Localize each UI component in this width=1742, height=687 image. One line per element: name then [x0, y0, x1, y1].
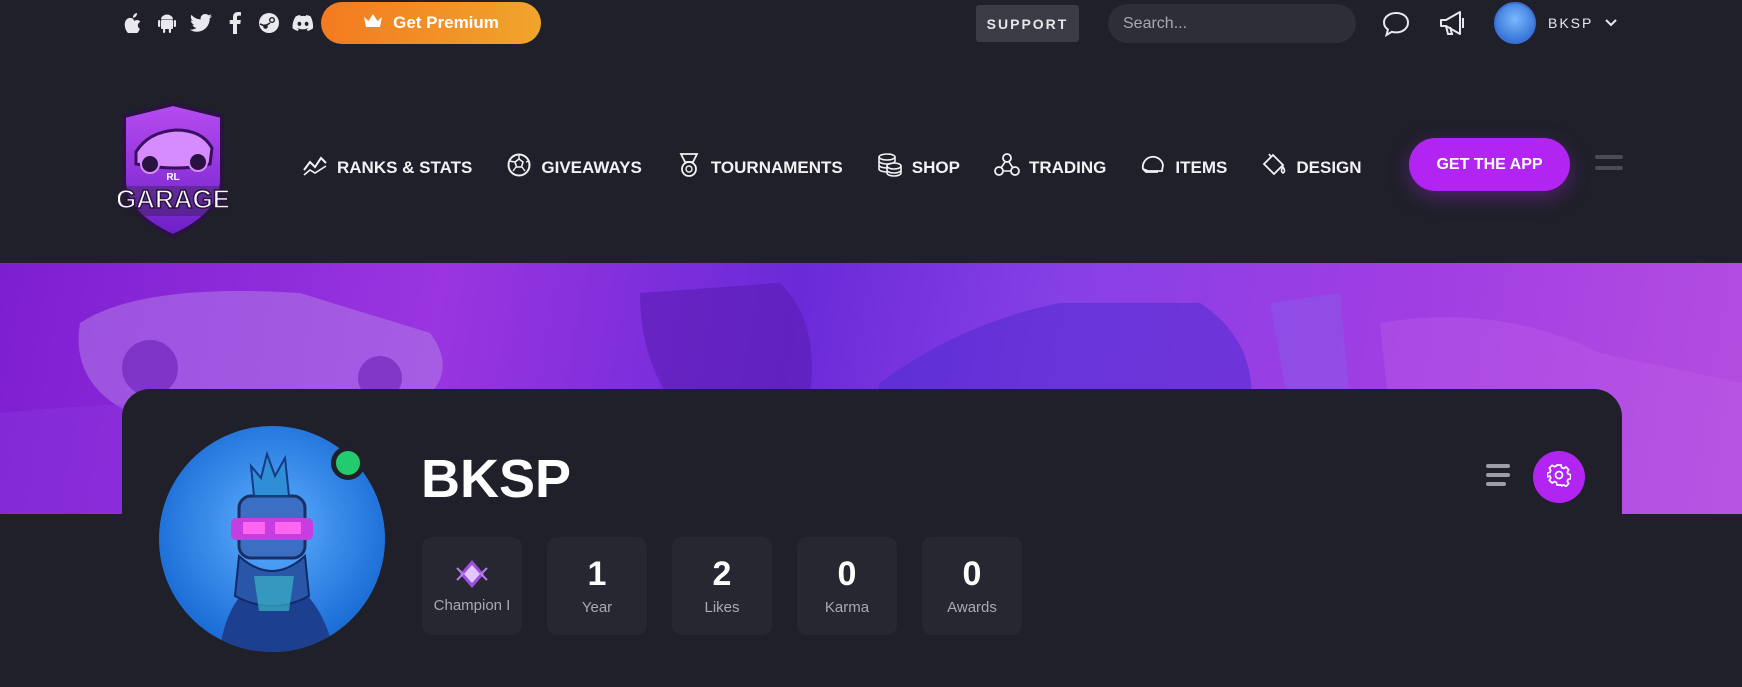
profile-menu-icon[interactable] [1486, 464, 1510, 491]
hamburger-menu-icon[interactable] [1595, 155, 1623, 177]
android-icon[interactable] [156, 12, 178, 34]
stat-rank-label: Champion I [433, 596, 511, 614]
nav-tournaments-label: TOURNAMENTS [710, 157, 843, 177]
logo-small-text: RL [166, 172, 179, 183]
search-input[interactable] [1108, 4, 1356, 43]
nav-tournaments[interactable]: TOURNAMENTS [676, 152, 843, 183]
stat-likes[interactable]: 2 Likes [672, 537, 772, 635]
stat-karma-label: Karma [824, 598, 870, 616]
stat-year-label: Year [581, 598, 613, 616]
chevron-down-icon [1605, 14, 1618, 32]
steam-icon[interactable] [258, 12, 280, 34]
stat-awards-label: Awards [947, 598, 997, 616]
twitter-icon[interactable] [190, 12, 212, 34]
stat-year: 1 Year [547, 537, 647, 635]
nav-giveaways[interactable]: GIVEAWAYS [506, 152, 642, 183]
chat-icon[interactable] [1379, 7, 1413, 41]
logo-main-text: GARAGE [118, 184, 228, 214]
social-links [122, 12, 314, 34]
top-bar: Get Premium SUPPORT BKSP [0, 0, 1742, 48]
facebook-icon[interactable] [224, 12, 246, 34]
get-the-app-button[interactable]: GET THE APP [1409, 138, 1570, 191]
nav-trading[interactable]: TRADING [994, 152, 1106, 183]
crown-icon [363, 13, 383, 34]
nav-design[interactable]: DESIGN [1261, 152, 1362, 183]
stat-likes-value: 2 [712, 554, 732, 593]
stat-awards-value: 0 [962, 554, 982, 593]
nav-ranks-stats[interactable]: RANKS & STATS [302, 152, 472, 183]
support-button[interactable]: SUPPORT [976, 5, 1079, 42]
rl-garage-logo[interactable]: RL GARAGE [115, 101, 231, 239]
nav-shop-label: SHOP [911, 157, 960, 177]
medal-icon [676, 152, 702, 183]
stat-year-value: 1 [587, 554, 607, 593]
nav-design-label: DESIGN [1296, 157, 1362, 177]
get-premium-button[interactable]: Get Premium [321, 2, 541, 44]
discord-icon[interactable] [292, 12, 314, 34]
stat-awards[interactable]: 0 Awards [922, 537, 1022, 635]
nav-items[interactable]: ITEMS [1140, 152, 1227, 183]
nav-items-label: ITEMS [1175, 157, 1228, 177]
paint-bucket-icon [1261, 152, 1287, 183]
user-menu[interactable]: BKSP [1494, 2, 1618, 44]
nav-shop[interactable]: SHOP [877, 152, 960, 183]
settings-button[interactable] [1533, 451, 1585, 503]
megaphone-icon[interactable] [1436, 7, 1470, 41]
nav-giveaways-label: GIVEAWAYS [541, 157, 642, 177]
get-premium-label: Get Premium [393, 13, 499, 32]
stat-likes-label: Likes [704, 598, 740, 616]
stats-icon [302, 152, 328, 183]
stat-rank[interactable]: Champion I [422, 537, 522, 635]
profile-name: BKSP [421, 449, 572, 509]
gear-icon [1546, 463, 1572, 492]
rank-champion-icon [454, 559, 490, 589]
ball-icon [506, 152, 532, 183]
nav-trading-label: TRADING [1028, 157, 1107, 177]
trading-icon [994, 152, 1020, 183]
profile-stats: Champion I 1 Year 2 Likes 0 Karma 0 Awar… [422, 537, 1022, 635]
stat-karma-value: 0 [837, 554, 857, 593]
apple-icon[interactable] [122, 12, 144, 34]
nav-menu: RANKS & STATS GIVEAWAYS TOURNAMENTS SHOP… [302, 152, 1396, 183]
nav-ranks-stats-label: RANKS & STATS [337, 157, 473, 177]
coins-icon [877, 152, 903, 183]
avatar [1494, 2, 1536, 44]
online-status-dot [331, 446, 365, 480]
user-menu-name: BKSP [1548, 15, 1594, 31]
stat-karma[interactable]: 0 Karma [797, 537, 897, 635]
helmet-icon [1140, 152, 1166, 183]
